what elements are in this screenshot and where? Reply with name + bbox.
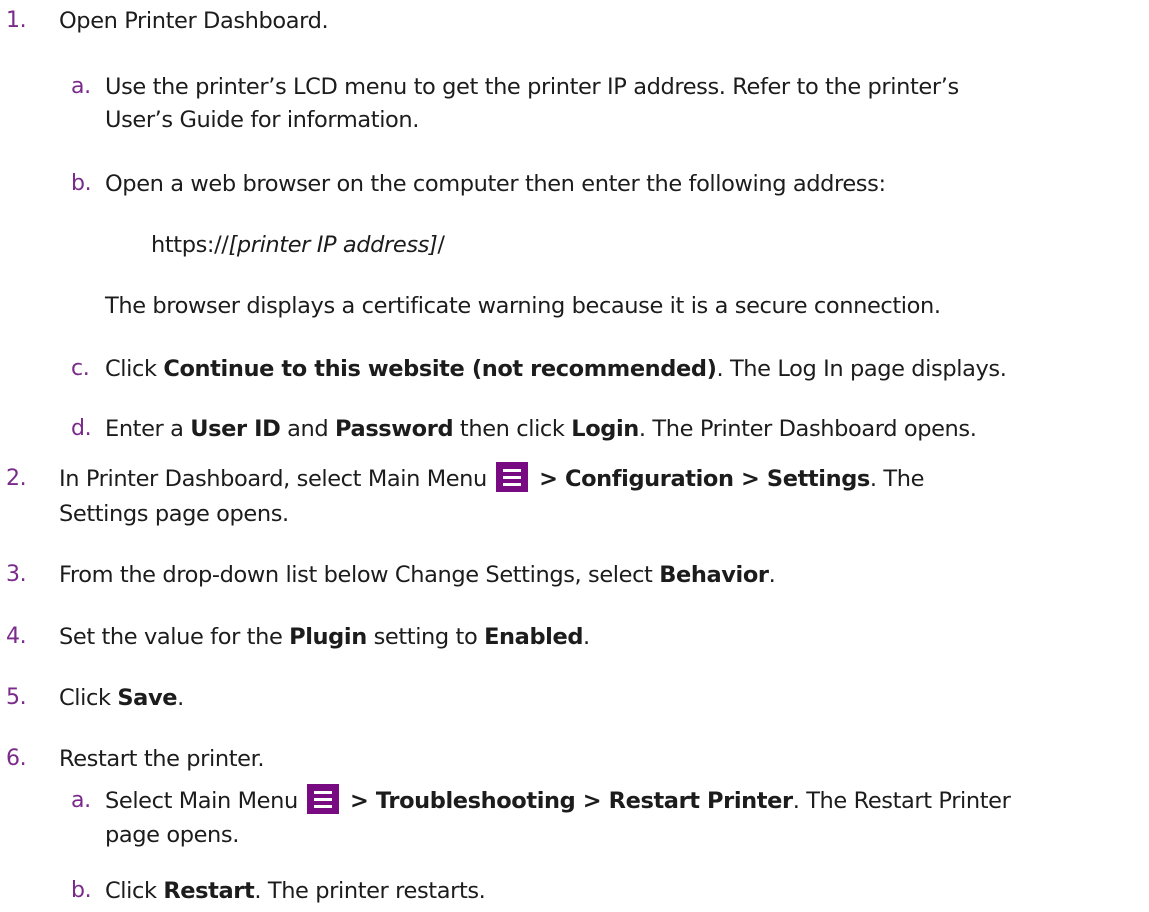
step-number: 1. <box>6 8 27 33</box>
substep-letter: b. <box>71 171 92 196</box>
substep-text: Enter a User ID and Password then click … <box>105 416 977 442</box>
step-text: From the drop-down list below Change Set… <box>59 562 776 588</box>
substep-text: Open a web browser on the computer then … <box>105 171 886 197</box>
substep-letter: a. <box>71 74 91 99</box>
step-number: 6. <box>6 746 27 771</box>
substep-text: Click Continue to this website (not reco… <box>105 356 1007 382</box>
substep-letter: c. <box>71 356 90 381</box>
printer-url: https://[printer IP address]/ <box>151 232 445 258</box>
substep-letter: a. <box>71 788 91 813</box>
menu-icon <box>306 784 339 814</box>
substep-text-cont: User’s Guide for information. <box>105 107 420 133</box>
substep-letter: d. <box>71 416 92 441</box>
substep-text-cont: page opens. <box>105 822 239 848</box>
step-number: 3. <box>6 562 27 587</box>
step-text: Restart the printer. <box>59 746 265 772</box>
note-text: The browser displays a certificate warni… <box>105 293 941 319</box>
substep-letter: b. <box>71 878 92 903</box>
step-text: Click Save. <box>59 685 184 711</box>
step-text: Set the value for the Plugin setting to … <box>59 624 590 650</box>
step-number: 4. <box>6 624 27 649</box>
step-text-cont: Settings page opens. <box>59 501 289 527</box>
menu-icon <box>495 462 528 492</box>
substep-text: Select Main Menu > Troubleshooting > Res… <box>105 784 1143 818</box>
substep-text: Click Restart. The printer restarts. <box>105 878 486 904</box>
step-number: 5. <box>6 685 27 710</box>
substep-text: Use the printer’s LCD menu to get the pr… <box>105 74 959 100</box>
step-text: Open Printer Dashboard. <box>59 8 329 34</box>
step-text: In Printer Dashboard, select Main Menu >… <box>59 462 1143 496</box>
step-number: 2. <box>6 466 27 491</box>
